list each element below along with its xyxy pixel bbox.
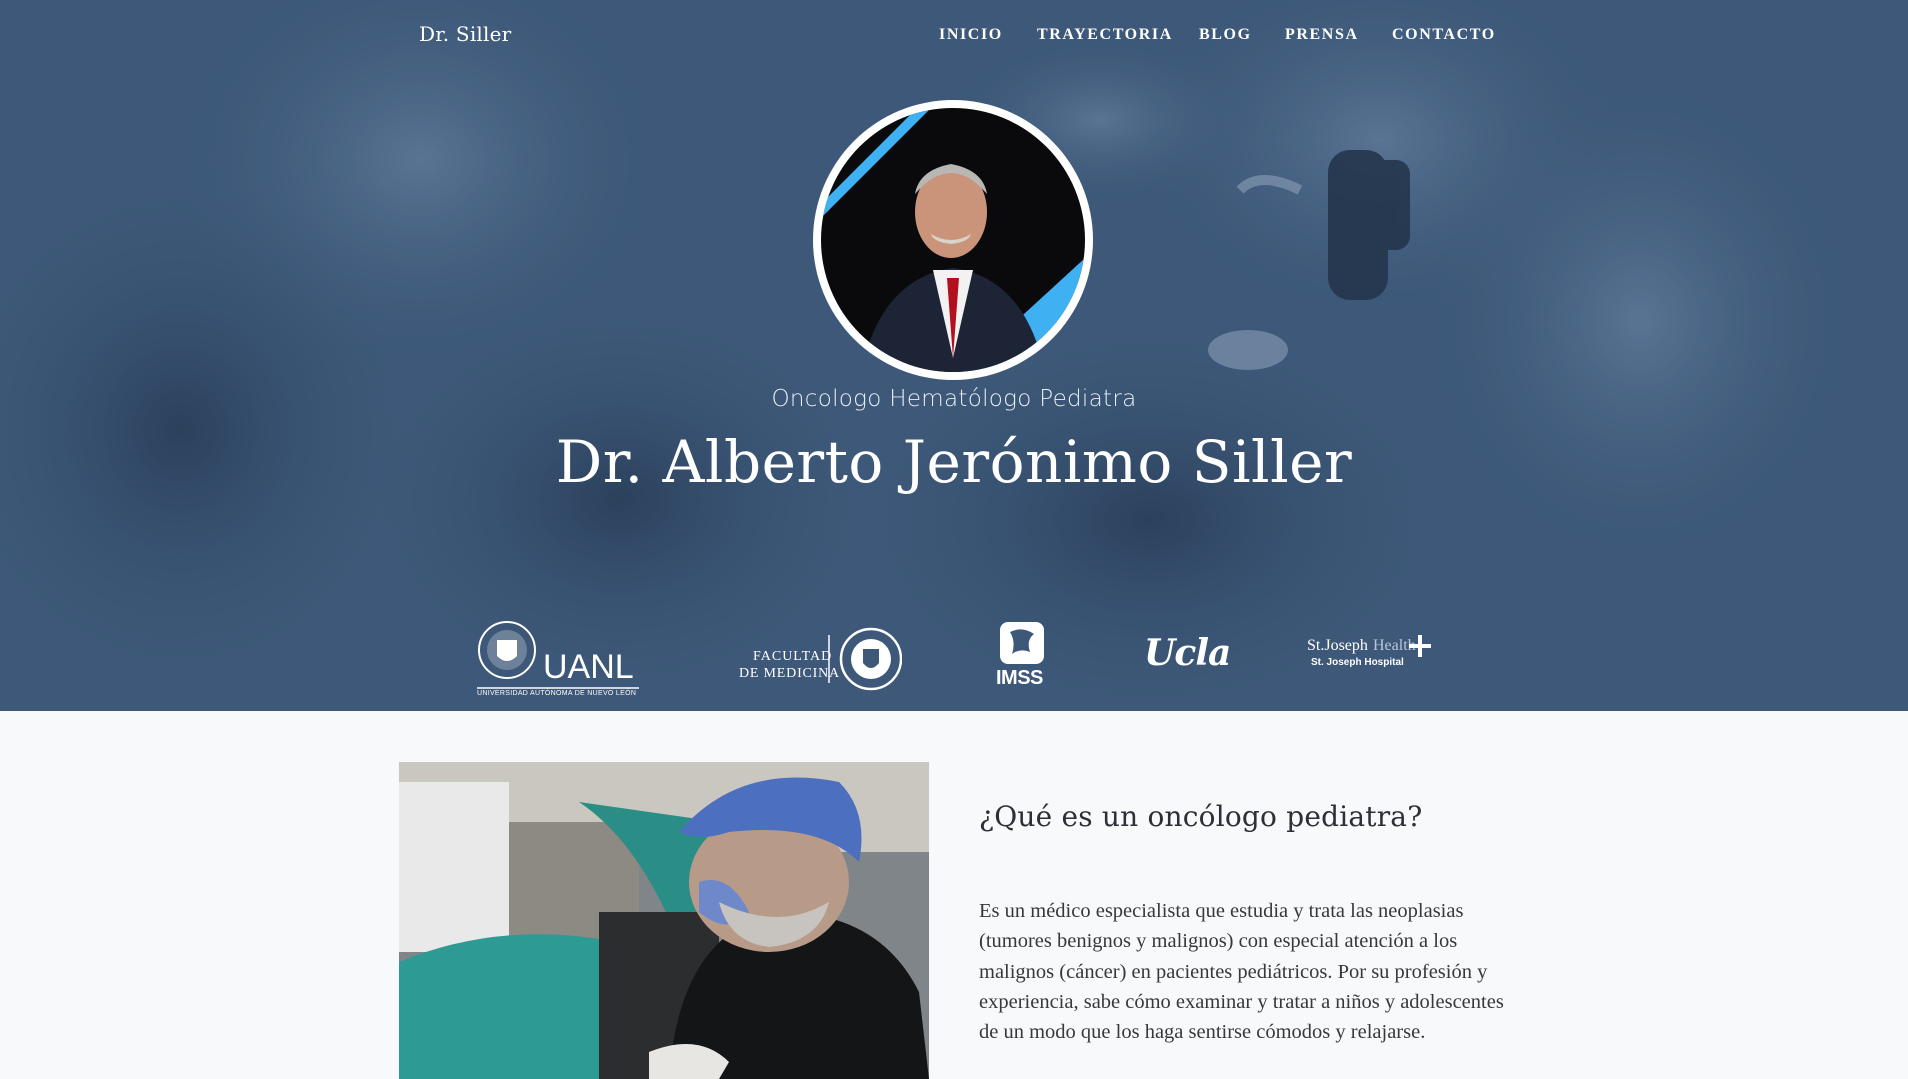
imss-logo: IMSS <box>996 620 1050 692</box>
article-heading: ¿Qué es un oncólogo pediatra? <box>979 800 1423 833</box>
hero-title: Dr. Alberto Jerónimo Siller <box>555 428 1353 496</box>
affiliation-logos: UANL UNIVERSIDAD AUTÓNOMA DE NUEVO LEÓN … <box>0 610 1908 700</box>
imss-title: IMSS <box>996 667 1043 689</box>
hero-subtitle: Oncologo Hematólogo Pediatra <box>771 386 1137 412</box>
facultad-medicina-logo: FACULTAD DE MEDICINA <box>737 627 902 697</box>
nav-item-prensa[interactable]: PRENSA <box>1285 26 1359 44</box>
hero-section: Dr. Siller INICIO TRAYECTORIA BLOG PRENS… <box>0 0 1908 711</box>
doctor-portrait <box>813 100 1093 380</box>
surgery-photo <box>399 762 929 1079</box>
doctor-portrait-image <box>821 108 1085 372</box>
nav-item-inicio[interactable]: INICIO <box>939 26 1003 44</box>
st-joseph-line-1a: St.Joseph <box>1307 637 1368 654</box>
nav-item-contacto[interactable]: CONTACTO <box>1392 26 1496 44</box>
ucla-logo: Ucla <box>1144 630 1231 680</box>
nav-item-blog[interactable]: BLOG <box>1199 26 1252 44</box>
uanl-logo: UANL UNIVERSIDAD AUTÓNOMA DE NUEVO LEÓN <box>477 618 639 700</box>
uanl-title: UANL <box>543 648 634 686</box>
article-body: Es un médico especialista que estudia y … <box>979 900 1504 1044</box>
cross-icon <box>1409 635 1431 657</box>
ucla-title: Ucla <box>1144 632 1231 674</box>
top-navigation: Dr. Siller INICIO TRAYECTORIA BLOG PRENS… <box>0 0 1908 72</box>
facultad-seal-icon <box>828 627 902 691</box>
imss-eagle-icon <box>1000 622 1044 664</box>
surgery-photo-image <box>399 762 929 1079</box>
nav-menu: INICIO TRAYECTORIA BLOG PRENSA CONTACTO <box>0 26 1908 46</box>
article-block: ¿Qué es un oncólogo pediatra? Es un médi… <box>979 800 1519 1043</box>
nav-item-trayectoria[interactable]: TRAYECTORIA <box>1037 26 1173 44</box>
st-joseph-line-2: St. Joseph Hospital <box>1311 657 1404 668</box>
st-joseph-logo: St.Joseph Health St. Joseph Hospital <box>1307 635 1432 677</box>
uanl-caption: UNIVERSIDAD AUTÓNOMA DE NUEVO LEÓN <box>477 690 637 697</box>
